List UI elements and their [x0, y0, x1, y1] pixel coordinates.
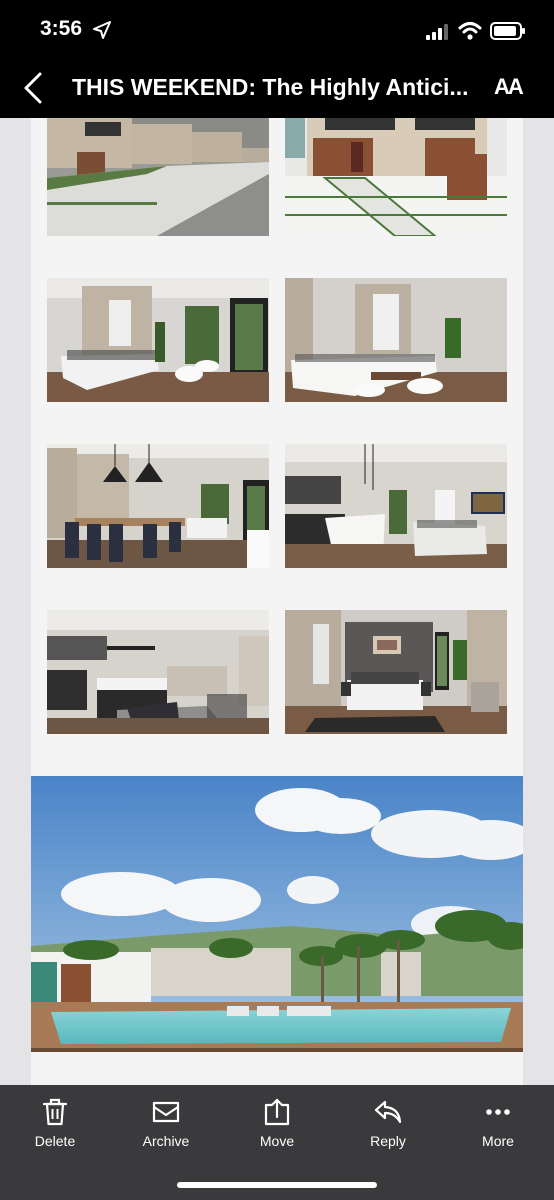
living-room-image-2[interactable]: [285, 278, 507, 402]
delete-button[interactable]: Delete: [10, 1097, 100, 1149]
back-button[interactable]: [16, 68, 52, 108]
delete-label: Delete: [34, 1133, 76, 1149]
chevron-left-icon: [24, 72, 42, 104]
message-body[interactable]: [0, 118, 554, 1085]
kitchen-island-image[interactable]: [47, 610, 269, 734]
message-title: THIS WEEKEND: The Highly Antici...: [72, 74, 469, 100]
move-icon: [264, 1098, 290, 1126]
more-dots-icon: [486, 1109, 510, 1115]
home-indicator[interactable]: [177, 1182, 377, 1188]
reply-icon: [374, 1100, 402, 1124]
townhouse-front-image[interactable]: [285, 118, 507, 236]
bedroom-image[interactable]: [285, 610, 507, 734]
archive-label: Archive: [142, 1133, 190, 1149]
dining-room-image[interactable]: [47, 444, 269, 568]
more-button[interactable]: More: [453, 1097, 543, 1149]
reply-button[interactable]: Reply: [343, 1097, 433, 1149]
wifi-icon: [458, 22, 482, 40]
location-arrow-icon: [93, 21, 111, 39]
battery-icon: [490, 22, 525, 40]
townhouse-street-image[interactable]: [47, 118, 269, 236]
cellular-signal-icon: [426, 24, 448, 40]
archive-button[interactable]: Archive: [121, 1097, 211, 1149]
kitchen-living-image[interactable]: [285, 444, 507, 568]
text-size-button[interactable]: AA: [494, 74, 524, 100]
move-label: Move: [259, 1133, 295, 1149]
more-label: More: [482, 1133, 514, 1149]
trash-icon: [42, 1098, 68, 1126]
move-button[interactable]: Move: [232, 1097, 322, 1149]
pool-amenity-image[interactable]: [31, 776, 523, 1052]
message-header: THIS WEEKEND: The Highly Antici... AA: [0, 60, 554, 118]
status-time: 3:56: [40, 17, 83, 40]
archive-icon: [152, 1101, 180, 1123]
living-room-image-1[interactable]: [47, 278, 269, 402]
reply-label: Reply: [370, 1133, 406, 1149]
status-bar: 3:56: [0, 0, 554, 60]
